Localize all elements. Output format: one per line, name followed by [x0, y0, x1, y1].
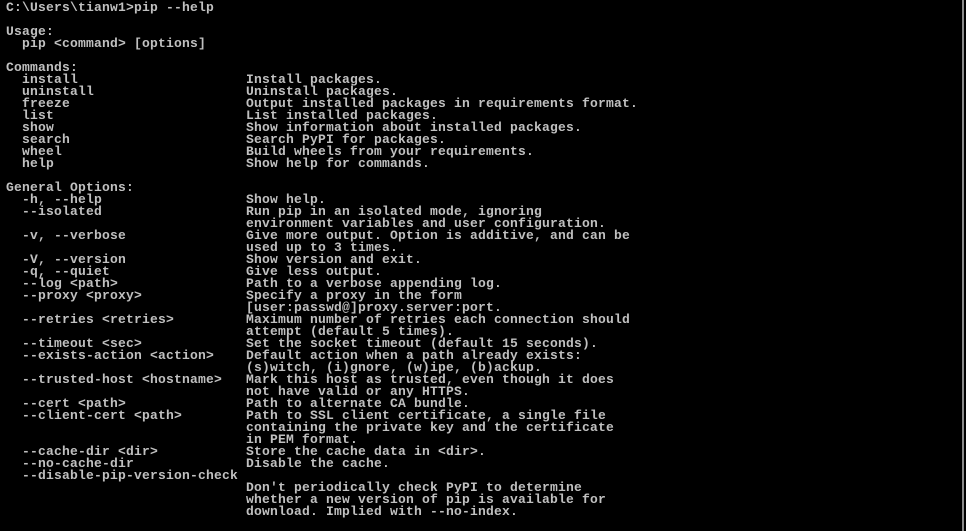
option-name: pip <command> [options] — [6, 36, 207, 51]
prompt-line: C:\Users\tianw1>pip --help — [6, 0, 215, 15]
output-line: pip <command> [options] — [6, 36, 638, 51]
option-name: --proxy <proxy> — [6, 288, 143, 303]
output-line: help Show help for commands. — [6, 156, 638, 171]
console-window[interactable]: C:\Users\tianw1>pip --help Usage: pip <c… — [0, 0, 964, 531]
option-name: --isolated — [6, 204, 103, 219]
option-name: help — [6, 156, 55, 171]
option-description: Disable the cache. — [246, 456, 391, 471]
output-line: download. Implied with --no-index. — [6, 504, 638, 519]
option-name: --exists-action <action> — [6, 348, 215, 363]
option-name: --trusted-host <hostname> — [6, 372, 223, 387]
console-output: C:\Users\tianw1>pip --help Usage: pip <c… — [6, 0, 638, 519]
option-name: -v, --verbose — [6, 228, 127, 243]
option-name: --retries <retries> — [6, 312, 175, 327]
option-description: Show help for commands. — [246, 156, 431, 171]
option-name: --disable-pip-version-check — [6, 468, 239, 483]
option-name: --client-cert <path> — [6, 408, 183, 423]
option-description: download. Implied with --no-index. — [246, 504, 519, 519]
